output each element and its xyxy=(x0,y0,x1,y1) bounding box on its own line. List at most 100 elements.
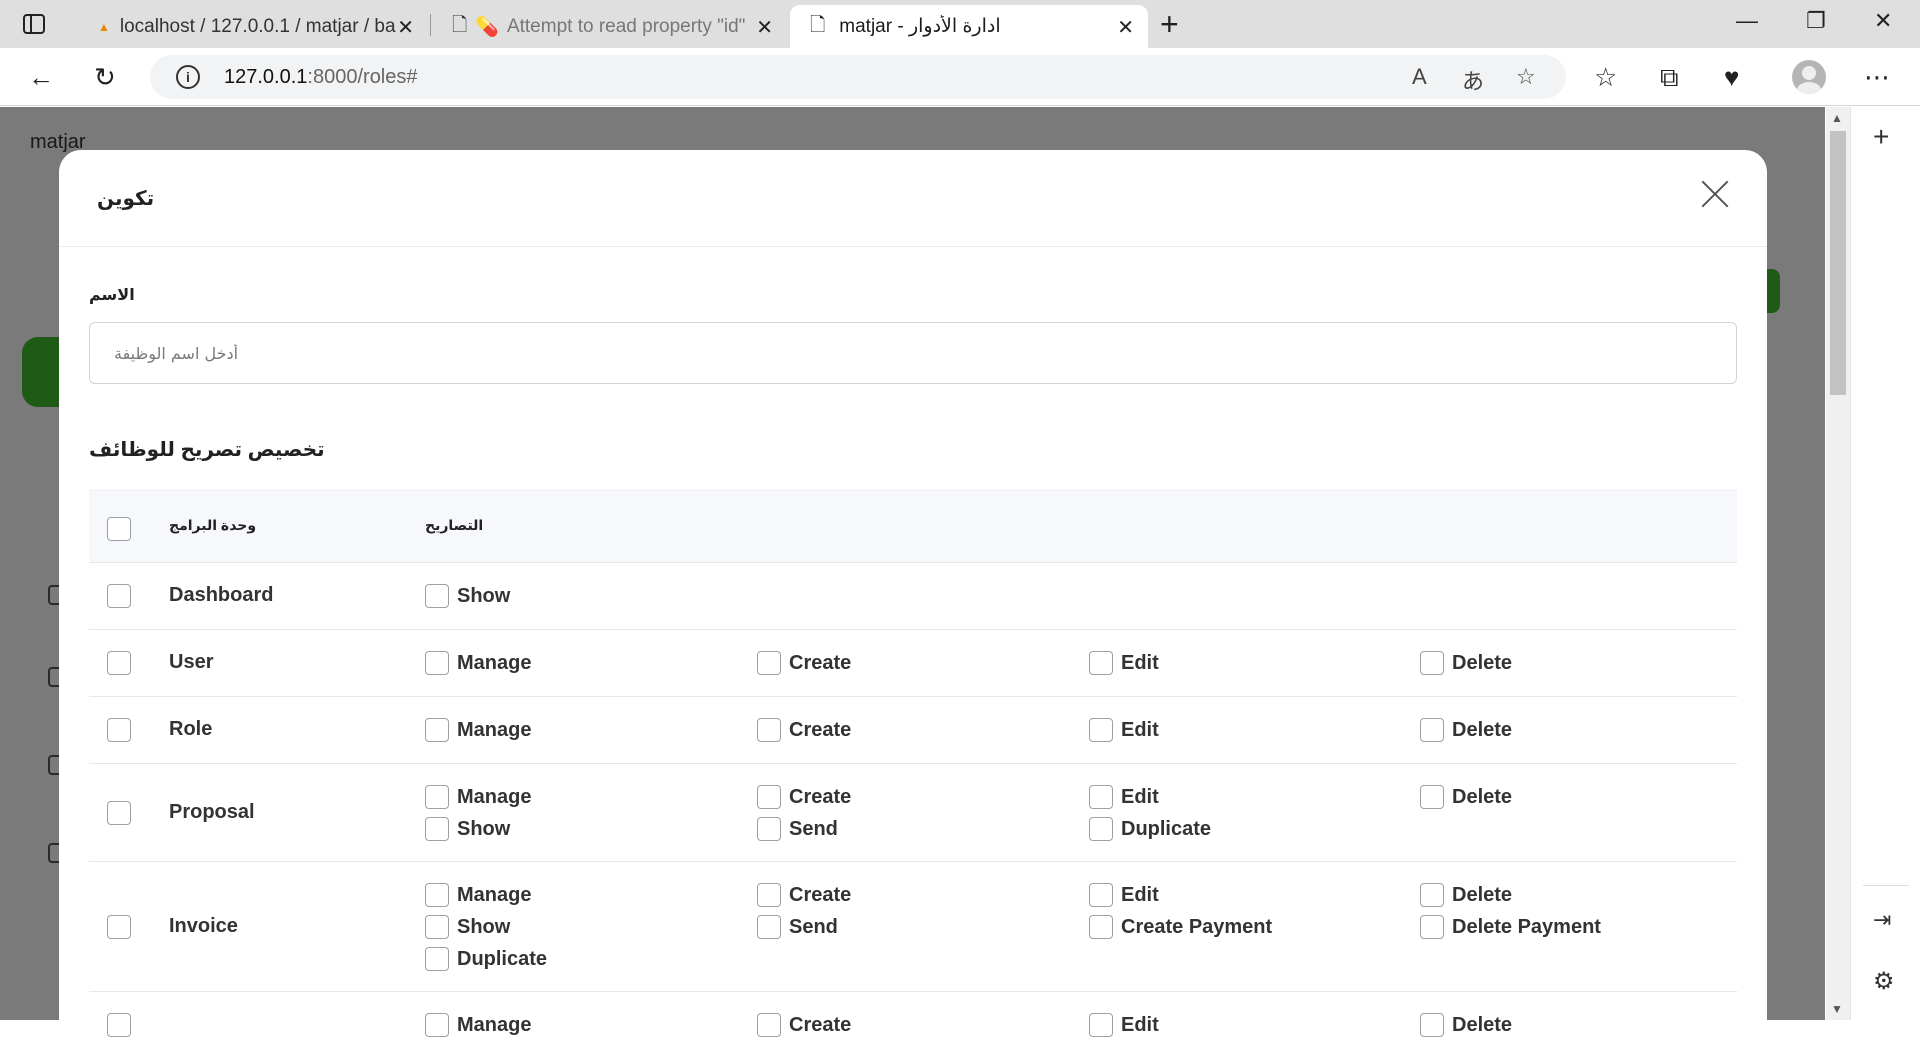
permission-checkbox[interactable] xyxy=(425,1013,449,1037)
info-icon[interactable]: i xyxy=(176,65,200,89)
scroll-up-icon[interactable]: ▲ xyxy=(1831,111,1843,125)
permission-checkbox[interactable] xyxy=(425,785,449,809)
permission-item[interactable]: Edit xyxy=(1089,784,1159,810)
row-select-checkbox[interactable] xyxy=(107,651,131,675)
row-select-checkbox[interactable] xyxy=(107,584,131,608)
permission-checkbox[interactable] xyxy=(1420,883,1444,907)
permission-item[interactable]: Manage xyxy=(425,882,531,908)
tab-error[interactable]: 🗋 💊 Attempt to read property "id" ✕ xyxy=(432,5,787,48)
permission-checkbox[interactable] xyxy=(757,651,781,675)
more-options-icon[interactable]: ⋯ xyxy=(1864,62,1890,92)
permission-item[interactable]: Create xyxy=(757,784,851,810)
permission-checkbox[interactable] xyxy=(425,915,449,939)
settings-gear-icon[interactable]: ⚙ xyxy=(1873,967,1895,996)
permission-checkbox[interactable] xyxy=(1089,1013,1113,1037)
tab-close-icon[interactable]: ✕ xyxy=(1117,15,1134,40)
permission-item[interactable]: Delete xyxy=(1420,784,1512,810)
permission-checkbox[interactable] xyxy=(425,883,449,907)
permission-checkbox[interactable] xyxy=(425,584,449,608)
sidebar-toggle-icon[interactable]: ⇥ xyxy=(1873,907,1891,933)
address-bar[interactable]: i 127.0.0.1:8000/roles# A あ ☆ xyxy=(150,55,1566,99)
scrollbar-thumb[interactable] xyxy=(1830,131,1846,395)
role-name-input[interactable] xyxy=(89,322,1737,384)
permission-item[interactable]: Send xyxy=(757,816,838,842)
tab-close-icon[interactable]: ✕ xyxy=(397,15,414,40)
url-text[interactable]: 127.0.0.1:8000/roles# xyxy=(224,66,418,89)
read-aloud-icon[interactable]: A xyxy=(1412,64,1427,90)
permission-item[interactable]: Manage xyxy=(425,650,531,676)
row-select-checkbox[interactable] xyxy=(107,801,131,825)
page-scrollbar[interactable]: ▲ ▼ xyxy=(1826,107,1850,1020)
permission-checkbox[interactable] xyxy=(1420,1013,1444,1037)
permission-checkbox[interactable] xyxy=(1420,718,1444,742)
permission-checkbox[interactable] xyxy=(757,1013,781,1037)
permission-item[interactable]: Duplicate xyxy=(1089,816,1211,842)
tab-title: matjar - ادارة الأدوار xyxy=(839,16,1001,37)
permission-checkbox[interactable] xyxy=(425,651,449,675)
permission-item[interactable]: Create xyxy=(757,650,851,676)
permission-checkbox[interactable] xyxy=(1420,915,1444,939)
back-arrow-icon[interactable]: ← xyxy=(28,62,54,92)
permission-item[interactable]: Manage xyxy=(425,1012,531,1038)
reload-icon[interactable]: ↻ xyxy=(94,62,116,92)
new-tab-button[interactable]: + xyxy=(1160,6,1179,43)
add-favorite-icon[interactable]: ☆ xyxy=(1516,64,1536,90)
tab-roles[interactable]: 🗋 matjar - ادارة الأدوار ✕ xyxy=(790,5,1148,48)
tab-phpmyadmin[interactable]: ▲ localhost / 127.0.0.1 / matjar / ba ✕ xyxy=(78,5,428,48)
permission-item[interactable]: Edit xyxy=(1089,717,1159,743)
permission-checkbox[interactable] xyxy=(757,718,781,742)
permission-item[interactable]: Delete xyxy=(1420,1012,1512,1038)
permission-checkbox[interactable] xyxy=(1420,651,1444,675)
close-icon[interactable] xyxy=(1699,178,1731,210)
permission-item[interactable]: Manage xyxy=(425,784,531,810)
minimize-icon[interactable]: — xyxy=(1736,8,1758,34)
permission-checkbox[interactable] xyxy=(1089,718,1113,742)
profile-avatar[interactable] xyxy=(1792,60,1826,94)
permission-item[interactable]: Show xyxy=(425,583,510,609)
permission-item[interactable]: Edit xyxy=(1089,1012,1159,1038)
permission-label: Create xyxy=(789,651,852,674)
permission-item[interactable]: Create xyxy=(757,1012,851,1038)
permission-item[interactable]: Manage xyxy=(425,717,531,743)
add-icon[interactable]: + xyxy=(1873,121,1889,153)
permission-item[interactable]: Create xyxy=(757,717,851,743)
permission-item[interactable]: Delete xyxy=(1420,882,1512,908)
permission-checkbox[interactable] xyxy=(425,718,449,742)
permission-item[interactable]: Show xyxy=(425,914,510,940)
restore-icon[interactable]: ❐ xyxy=(1806,8,1826,34)
permission-checkbox[interactable] xyxy=(1089,817,1113,841)
permission-checkbox[interactable] xyxy=(1089,651,1113,675)
permission-item[interactable]: Show xyxy=(425,816,510,842)
permission-item[interactable]: Delete xyxy=(1420,717,1512,743)
permission-item[interactable]: Duplicate xyxy=(425,946,547,972)
tab-close-icon[interactable]: ✕ xyxy=(756,15,773,40)
permission-checkbox[interactable] xyxy=(1089,785,1113,809)
permission-item[interactable]: Edit xyxy=(1089,650,1159,676)
permission-checkbox[interactable] xyxy=(1089,883,1113,907)
permission-checkbox[interactable] xyxy=(757,817,781,841)
row-select-checkbox[interactable] xyxy=(107,1013,131,1037)
row-select-checkbox[interactable] xyxy=(107,718,131,742)
permission-checkbox[interactable] xyxy=(1420,785,1444,809)
permission-checkbox[interactable] xyxy=(757,785,781,809)
window-close-icon[interactable]: ✕ xyxy=(1874,8,1892,34)
row-select-checkbox[interactable] xyxy=(107,915,131,939)
permission-item[interactable]: Send xyxy=(757,914,838,940)
health-icon[interactable]: ♥ xyxy=(1724,62,1739,92)
permission-item[interactable]: Edit xyxy=(1089,882,1159,908)
permission-item[interactable]: Create xyxy=(757,882,851,908)
permission-checkbox[interactable] xyxy=(425,947,449,971)
permission-checkbox[interactable] xyxy=(757,915,781,939)
scroll-down-icon[interactable]: ▼ xyxy=(1831,1002,1843,1016)
permission-item[interactable]: Delete Payment xyxy=(1420,914,1601,940)
favorites-icon[interactable]: ☆ xyxy=(1594,62,1617,92)
permission-item[interactable]: Delete xyxy=(1420,650,1512,676)
collections-icon[interactable]: ⧉ xyxy=(1660,62,1679,92)
translate-icon[interactable]: あ xyxy=(1462,64,1484,96)
permission-checkbox[interactable] xyxy=(425,817,449,841)
select-all-checkbox[interactable] xyxy=(107,517,131,541)
tab-actions-icon[interactable] xyxy=(22,12,46,36)
permission-item[interactable]: Create Payment xyxy=(1089,914,1272,940)
permission-checkbox[interactable] xyxy=(1089,915,1113,939)
permission-checkbox[interactable] xyxy=(757,883,781,907)
